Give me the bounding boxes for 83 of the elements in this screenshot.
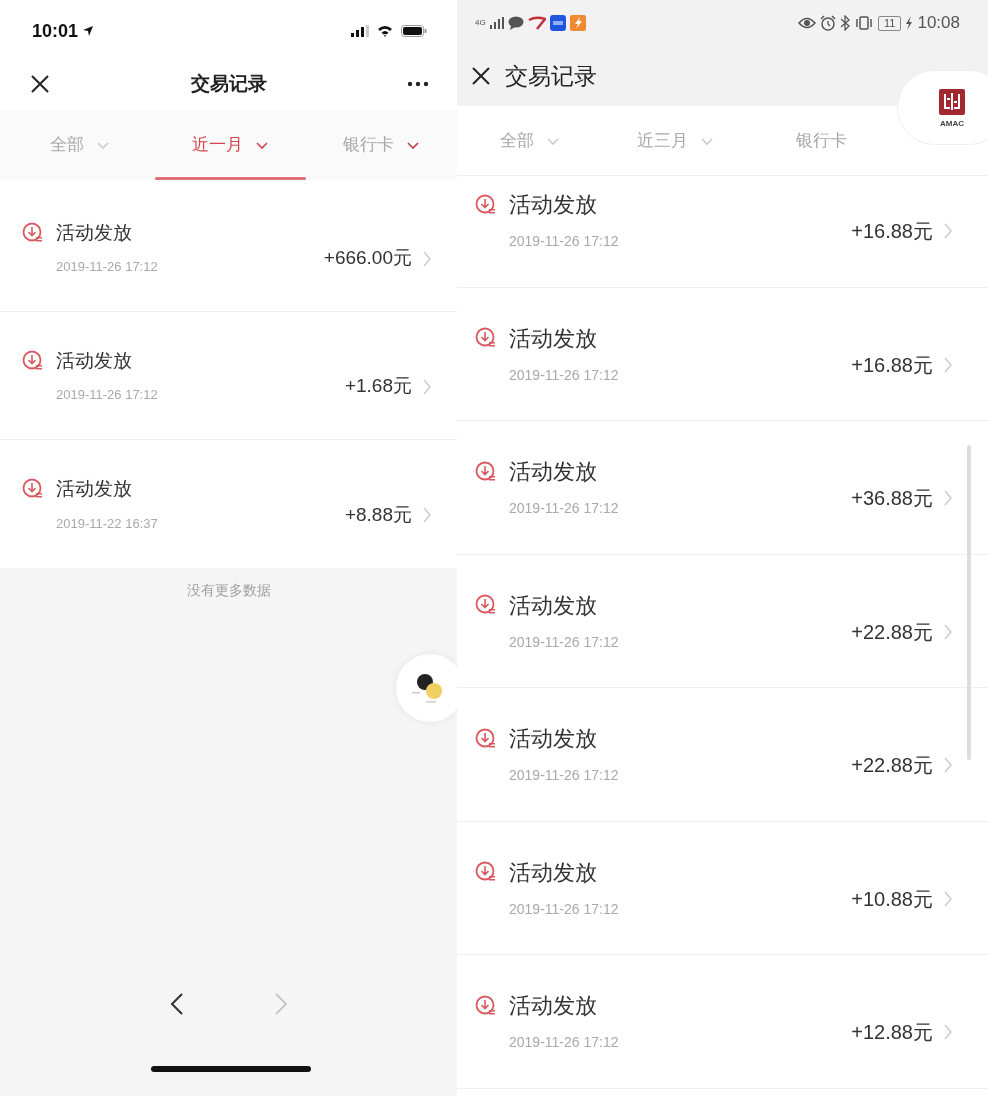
bluetooth-icon xyxy=(840,15,851,31)
filter-tab[interactable]: 全部 xyxy=(457,106,603,175)
record-amount: +10.88元 xyxy=(851,886,933,912)
chevron-down-icon xyxy=(406,139,420,151)
record-time: 2019-11-26 17:12 xyxy=(56,258,159,276)
record-time: 2019-11-22 16:37 xyxy=(56,514,159,533)
chevron-right-icon xyxy=(422,250,432,267)
record-amount: +16.88元 xyxy=(851,352,933,378)
page-title: 交易记录 xyxy=(190,71,267,96)
record-amount: +16.88元 xyxy=(851,219,933,245)
close-icon[interactable] xyxy=(30,74,50,94)
logo-badge[interactable]: AMAC xyxy=(897,70,988,145)
battery-level: 11 xyxy=(878,15,902,31)
record-time: 2019-11-26 17:12 xyxy=(509,766,620,786)
record-time: 2019-11-26 17:12 xyxy=(509,632,620,652)
filter-tab[interactable]: 近一月 xyxy=(155,110,306,180)
record-amount: +1.68元 xyxy=(344,374,412,399)
eye-icon xyxy=(798,17,817,29)
download-circle-icon xyxy=(475,994,497,1017)
record-title: 活动发放 xyxy=(56,220,132,245)
record-title: 活动发放 xyxy=(509,725,597,754)
chevron-right-icon xyxy=(422,507,432,523)
record-amount: +22.88元 xyxy=(851,753,933,779)
alarm-icon xyxy=(820,15,837,31)
record-title: 活动发放 xyxy=(56,477,132,501)
record-title: 活动发放 xyxy=(56,348,132,373)
download-circle-icon xyxy=(22,349,44,372)
filter-tab[interactable]: 全部 xyxy=(4,110,155,180)
chevron-down-icon xyxy=(95,139,110,151)
chevron-down-icon xyxy=(255,139,269,151)
signal-icon xyxy=(351,25,369,37)
record-amount: +8.88元 xyxy=(344,502,412,527)
close-icon[interactable] xyxy=(471,66,491,86)
status-time: 10:01 xyxy=(32,19,79,43)
record-time: 2019-11-26 17:12 xyxy=(509,499,620,519)
chevron-right-icon xyxy=(422,378,432,395)
download-circle-icon xyxy=(22,478,44,501)
filter-tab[interactable]: 银行卡 xyxy=(306,110,457,180)
record-title: 活动发放 xyxy=(509,324,597,353)
record-title: 活动发放 xyxy=(509,858,597,887)
chevron-right-icon xyxy=(943,1024,953,1041)
filter-tab[interactable]: 银行卡 xyxy=(748,106,894,175)
record-time: 2019-11-26 17:12 xyxy=(509,365,620,385)
page-title: 交易记录 xyxy=(505,61,597,91)
chevron-right-icon xyxy=(943,356,953,373)
download-circle-icon xyxy=(475,460,497,483)
record-time: 2019-11-26 17:12 xyxy=(509,232,620,252)
filter-tab[interactable]: 近三月 xyxy=(602,106,749,175)
record-time: 2019-11-26 17:12 xyxy=(509,899,620,919)
battery-icon xyxy=(401,25,427,37)
download-circle-icon xyxy=(475,327,497,350)
download-circle-icon xyxy=(475,727,497,750)
network-type: 4G xyxy=(475,19,486,27)
logo-text: AMAC xyxy=(940,119,964,128)
chevron-right-icon xyxy=(943,890,953,907)
more-icon[interactable] xyxy=(407,81,429,87)
record-title: 活动发放 xyxy=(509,458,597,487)
download-circle-icon xyxy=(475,193,497,216)
record-amount: +666.00元 xyxy=(323,246,412,271)
record-time: 2019-11-26 17:12 xyxy=(509,1033,620,1053)
vibrate-icon xyxy=(854,16,875,30)
download-circle-icon xyxy=(475,861,497,884)
record-time: 2019-11-26 17:12 xyxy=(56,386,159,404)
charging-icon xyxy=(905,16,914,30)
wifi-icon xyxy=(377,25,393,37)
seal-logo-icon xyxy=(938,87,966,116)
signal-icon xyxy=(489,17,504,29)
record-title: 活动发放 xyxy=(509,191,597,220)
chevron-right-icon xyxy=(943,623,953,640)
status-time: 10:08 xyxy=(917,12,960,35)
record-title: 活动发放 xyxy=(509,992,597,1021)
chevron-right-icon xyxy=(943,490,953,507)
record-title: 活动发放 xyxy=(509,591,597,620)
download-circle-icon xyxy=(475,594,497,617)
chevron-right-icon xyxy=(943,223,953,240)
end-of-list-note: 没有更多数据 xyxy=(185,581,272,600)
chat-bubble-icon xyxy=(507,16,524,30)
chevron-right-icon xyxy=(943,757,953,774)
record-amount: +12.88元 xyxy=(851,1020,933,1046)
location-arrow-icon xyxy=(82,25,95,37)
download-circle-icon xyxy=(22,221,44,244)
record-amount: +22.88元 xyxy=(851,619,933,645)
record-amount: +36.88元 xyxy=(851,486,933,512)
